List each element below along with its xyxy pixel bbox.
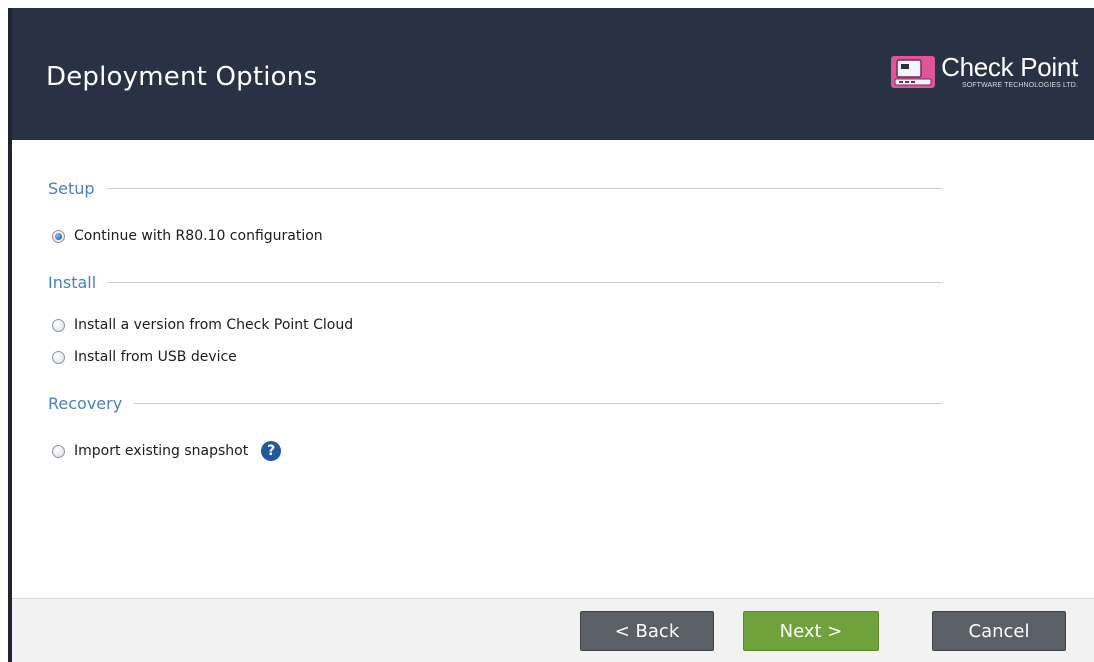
option-install-usb[interactable]: Install from USB device — [52, 347, 237, 367]
options-panel: Setup Continue with R80.10 configuration… — [12, 140, 1094, 598]
option-label: Install a version from Check Point Cloud — [74, 317, 354, 333]
brand-tagline: SOFTWARE TECHNOLOGIES LTD. — [961, 82, 1078, 89]
option-import-snapshot[interactable]: Import existing snapshot ? — [52, 441, 282, 461]
next-button[interactable]: Next > — [743, 611, 879, 651]
question-circle-icon[interactable]: ? — [261, 441, 282, 461]
setup-section-label: Setup — [48, 178, 95, 198]
radio-install-usb[interactable] — [52, 350, 65, 364]
section-divider — [108, 281, 942, 283]
option-label: Install from USB device — [74, 349, 237, 365]
header-bar: Deployment Options Check Point SOFTWARE … — [12, 8, 1094, 140]
radio-continue-configuration[interactable] — [52, 229, 65, 243]
radio-import-snapshot[interactable] — [52, 444, 65, 458]
check-point-logo-icon — [891, 54, 936, 90]
cancel-button[interactable]: Cancel — [932, 611, 1066, 651]
option-install-cloud[interactable]: Install a version from Check Point Cloud — [52, 315, 353, 335]
recovery-section-label: Recovery — [48, 393, 123, 413]
back-button[interactable]: < Back — [580, 611, 714, 651]
check-point-logo: Check Point SOFTWARE TECHNOLOGIES LTD. — [891, 54, 1078, 91]
install-section-label: Install — [48, 272, 97, 292]
section-divider — [106, 187, 942, 189]
brand-name: Check Point — [941, 52, 1078, 82]
option-continue-configuration[interactable]: Continue with R80.10 configuration — [52, 226, 323, 246]
section-divider — [134, 402, 942, 404]
page-title: Deployment Options — [46, 62, 318, 92]
recovery-section-header: Recovery — [48, 391, 942, 415]
setup-section-header: Setup — [48, 176, 942, 200]
option-label: Continue with R80.10 configuration — [74, 228, 323, 244]
deployment-options-window: Deployment Options Check Point SOFTWARE … — [0, 0, 1094, 662]
wizard-footer: < Back Next > Cancel — [12, 598, 1094, 662]
install-section-header: Install — [48, 270, 942, 294]
radio-install-cloud[interactable] — [52, 318, 65, 332]
option-label: Import existing snapshot — [74, 443, 249, 459]
